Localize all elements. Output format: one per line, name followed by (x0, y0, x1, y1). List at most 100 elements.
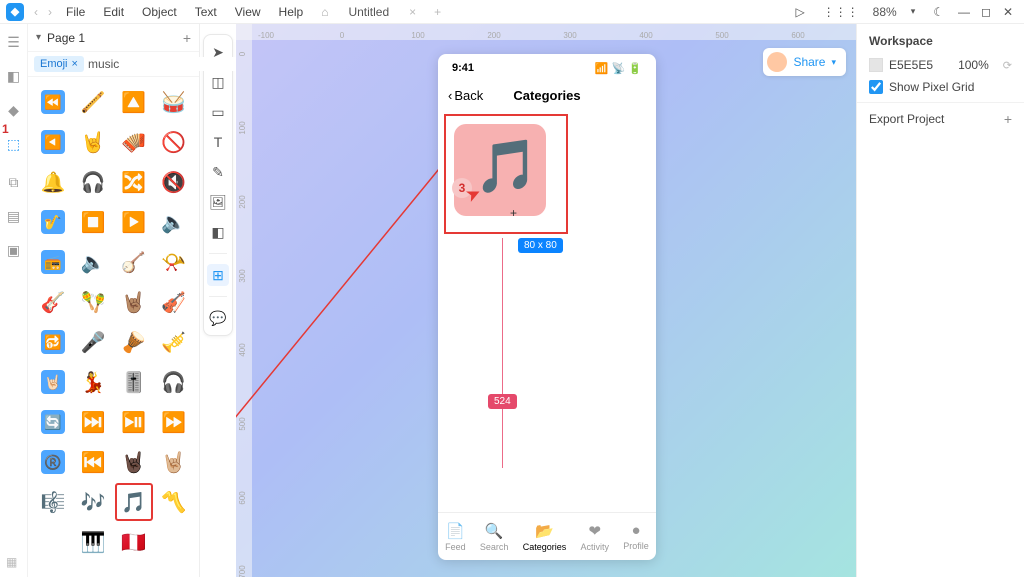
rectangle-tool[interactable]: ▭ (207, 101, 229, 123)
emoji-cell[interactable]: ⏭️ (74, 403, 112, 441)
menu-file[interactable]: File (58, 5, 93, 19)
emoji-cell[interactable]: 🎶 (74, 483, 112, 521)
emoji-cell[interactable]: 🔇 (155, 163, 193, 201)
minimize-button[interactable]: — (954, 5, 974, 19)
emoji-cell[interactable]: 📯 (155, 243, 193, 281)
canvas[interactable]: -1000100200300400500600700 0100200300400… (236, 24, 856, 577)
emoji-cell[interactable]: 💃 (74, 363, 112, 401)
emoji-cell[interactable]: 🎺 (155, 323, 193, 361)
emoji-cell[interactable]: 🔼 (115, 83, 153, 121)
emoji-cell[interactable]: 🪈 (74, 83, 112, 121)
emoji-cell[interactable]: 🔈 (74, 243, 112, 281)
export-section[interactable]: Export Project + (869, 111, 1012, 127)
image-tool[interactable]: 🖼 (207, 191, 229, 213)
emoji-cell[interactable] (34, 523, 72, 561)
phone-tab[interactable]: ●Profile (623, 522, 649, 551)
tab-close-icon[interactable]: × (401, 5, 424, 19)
document-tab[interactable]: Untitled (338, 5, 399, 19)
emoji-cell[interactable]: 🇵🇪 (115, 523, 153, 561)
emoji-cell[interactable]: 🎵 (115, 483, 153, 521)
emoji-cell[interactable]: ⏩ (155, 403, 193, 441)
emoji-cell[interactable]: 🔂 (34, 323, 72, 361)
emoji-cell[interactable]: ⏹️ (74, 203, 112, 241)
pen-tool[interactable]: ✎ (207, 161, 229, 183)
menu-object[interactable]: Object (134, 5, 185, 19)
emoji-cell[interactable]: 🎤 (74, 323, 112, 361)
phone-tab[interactable]: 📄Feed (445, 522, 466, 552)
color-hex[interactable]: E5E5E5 (889, 58, 933, 72)
pixel-grid-checkbox[interactable] (869, 80, 883, 94)
color-opacity[interactable]: 100% (958, 58, 989, 72)
emoji-cell[interactable]: 🪗 (115, 123, 153, 161)
emoji-cell[interactable]: ®️ (34, 443, 72, 481)
inspect-rail-icon[interactable]: ▣ (4, 240, 24, 260)
menu-help[interactable]: Help (271, 5, 312, 19)
emoji-cell[interactable]: 🚫 (155, 123, 193, 161)
emoji-cell[interactable]: 🎼 (34, 483, 72, 521)
phone-tab[interactable]: ❤Activity (581, 522, 610, 552)
emoji-cell[interactable]: 🪕 (115, 243, 153, 281)
maximize-button[interactable]: ◻ (976, 5, 996, 19)
zoom-chevron-icon[interactable]: ▾ (903, 6, 924, 17)
emoji-cell[interactable]: 🎧 (74, 163, 112, 201)
zoom-level[interactable]: 88% (869, 5, 901, 19)
pixel-grid-row[interactable]: Show Pixel Grid (869, 80, 1012, 94)
frame-tool[interactable]: ◫ (207, 71, 229, 93)
app-logo[interactable]: ◆ (6, 3, 24, 21)
emoji-cell[interactable]: ▶️ (115, 203, 153, 241)
nav-back-icon[interactable]: ‹ (30, 5, 42, 19)
emoji-cell[interactable]: 🎷 (34, 203, 72, 241)
comments-rail-icon[interactable]: ▤ (4, 206, 24, 226)
components-tool[interactable]: ⊞ (207, 264, 229, 286)
play-icon[interactable]: ▷ (787, 5, 812, 19)
nav-fwd-icon[interactable]: › (44, 5, 56, 19)
emoji-cell[interactable]: 🎹 (74, 523, 112, 561)
emoji-cell[interactable]: ⏮️ (74, 443, 112, 481)
emoji-cell[interactable]: 🤘🏼 (155, 443, 193, 481)
phone-tab[interactable]: 🔍Search (480, 522, 509, 552)
emoji-cell[interactable]: 🤘🏻 (34, 363, 72, 401)
icons-rail-icon[interactable]: ⬚ (4, 134, 24, 154)
emoji-cell[interactable]: 🔀 (115, 163, 153, 201)
share-chevron-icon[interactable]: ▾ (831, 57, 836, 68)
styles-rail-icon[interactable]: ◆ (4, 100, 24, 120)
color-refresh-icon[interactable]: ⟳ (1003, 59, 1012, 72)
comment-tool[interactable]: 💬 (207, 307, 229, 329)
menu-edit[interactable]: Edit (95, 5, 132, 19)
emoji-cell[interactable]: 🎻 (155, 283, 193, 321)
share-button[interactable]: Share (793, 55, 825, 69)
emoji-cell[interactable]: ⏯️ (115, 403, 153, 441)
emoji-cell[interactable]: 🔈 (155, 203, 193, 241)
theme-icon[interactable]: ☾ (925, 5, 952, 19)
emoji-cell[interactable]: 🎸 (34, 283, 72, 321)
export-add-icon[interactable]: + (1004, 111, 1012, 127)
ruler-toggle-icon[interactable]: ▦ (6, 555, 17, 569)
text-tool[interactable]: T (207, 131, 229, 153)
workspace-color-row[interactable]: E5E5E5 100% ⟳ (869, 58, 1012, 72)
page-selector[interactable]: ▾ Page 1 + (28, 24, 199, 52)
emoji-cell[interactable]: 🤘 (74, 123, 112, 161)
user-avatar[interactable] (767, 52, 787, 72)
emoji-cell[interactable]: ◀️ (34, 123, 72, 161)
crop-tool[interactable]: ◧ (207, 221, 229, 243)
emoji-cell[interactable]: 🎚️ (115, 363, 153, 401)
emoji-cell[interactable]: 🥁 (155, 83, 193, 121)
home-icon[interactable]: ⌂ (313, 5, 336, 19)
layers-rail-icon[interactable]: ☰ (4, 32, 24, 52)
emoji-cell[interactable]: 🎧 (155, 363, 193, 401)
plugins-rail-icon[interactable]: ⧉ (4, 172, 24, 192)
emoji-cell[interactable]: 🪇 (74, 283, 112, 321)
menu-text[interactable]: Text (187, 5, 225, 19)
add-page-icon[interactable]: + (183, 30, 191, 46)
assets-rail-icon[interactable]: ◧ (4, 66, 24, 86)
new-tab-icon[interactable]: + (426, 5, 449, 19)
icon-search-input[interactable] (88, 57, 243, 71)
music-note-emoji[interactable]: 🎵 (474, 136, 539, 197)
emoji-cell[interactable]: 〽️ (155, 483, 193, 521)
emoji-cell[interactable]: ⏪ (34, 83, 72, 121)
emoji-cell[interactable]: 🔄 (34, 403, 72, 441)
emoji-cell[interactable]: 🔔 (34, 163, 72, 201)
color-swatch[interactable] (869, 58, 883, 72)
emoji-cell[interactable]: 🤘🏽 (115, 283, 153, 321)
components-icon[interactable]: ⋮⋮⋮ (815, 5, 867, 19)
